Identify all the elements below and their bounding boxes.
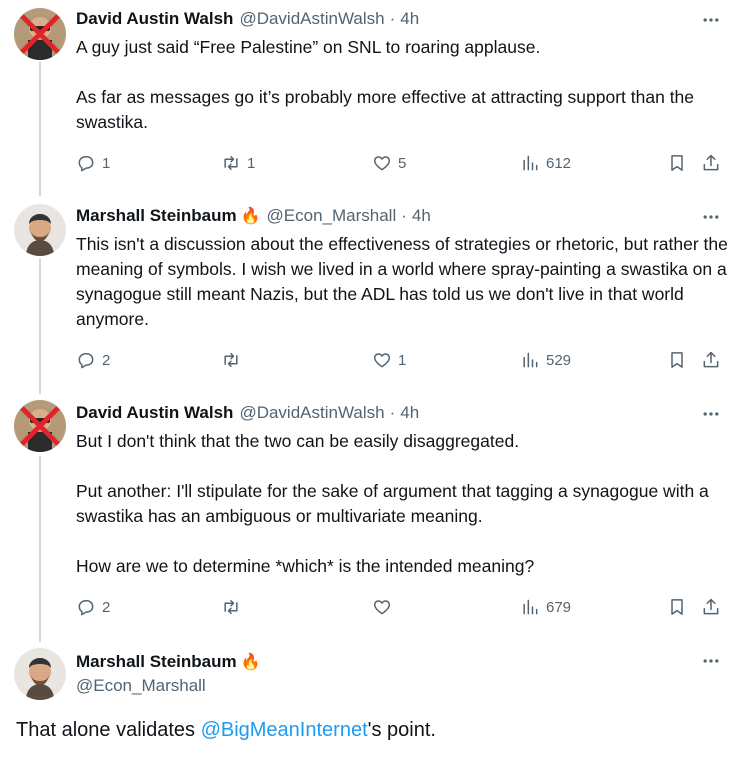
repost-icon xyxy=(224,353,238,367)
more-icon xyxy=(703,412,719,416)
repost-button[interactable] xyxy=(221,595,247,619)
heart-icon xyxy=(373,156,391,171)
avatar[interactable] xyxy=(14,204,66,256)
more-icon xyxy=(703,215,719,219)
more-button[interactable] xyxy=(700,206,722,228)
tweet-paragraph: Put another: I'll stipulate for the sake… xyxy=(76,481,709,526)
author-name[interactable]: David Austin Walsh xyxy=(76,403,233,423)
views-icon xyxy=(523,352,538,368)
action-bar: 2 679 xyxy=(76,595,726,619)
tweet-text-segment: 's point. xyxy=(367,719,436,741)
tweet-header: David Austin Walsh @DavidAstinWalsh · 4h xyxy=(76,7,419,31)
tweet-paragraph: A guy just said “Free Palestine” on SNL … xyxy=(76,37,541,57)
tweet-paragraph: As far as messages go it’s probably more… xyxy=(76,87,695,132)
main-author: Marshall Steinbaum 🔥 xyxy=(76,650,261,674)
share-button[interactable] xyxy=(701,348,721,372)
repost-count: 1 xyxy=(247,154,256,172)
thread-line xyxy=(39,456,41,642)
author-handle[interactable]: @DavidAstinWalsh xyxy=(239,9,384,29)
main-tweet-text: That alone validates @BigMeanInternet's … xyxy=(16,716,436,744)
fire-emoji: 🔥 xyxy=(240,208,261,225)
author-name[interactable]: Marshall Steinbaum xyxy=(76,206,237,226)
like-button[interactable]: 1 xyxy=(372,348,406,372)
timestamp[interactable]: 4h xyxy=(400,403,419,423)
mention-link[interactable]: @BigMeanInternet xyxy=(201,719,368,741)
like-button[interactable]: 5 xyxy=(372,151,406,175)
heart-icon xyxy=(373,600,391,615)
reply-count: 1 xyxy=(102,154,111,172)
tweet-text: This isn't a discussion about the effect… xyxy=(76,232,736,332)
like-count: 1 xyxy=(398,351,407,369)
reply-icon xyxy=(78,353,94,369)
fire-emoji: 🔥 xyxy=(240,654,261,671)
avatar[interactable] xyxy=(14,8,66,60)
share-button[interactable] xyxy=(701,595,721,619)
bookmark-icon xyxy=(671,155,683,171)
bookmark-icon xyxy=(671,352,683,368)
separator-dot: · xyxy=(389,9,396,28)
author-handle[interactable]: @Econ_Marshall xyxy=(267,206,397,226)
more-button[interactable] xyxy=(700,9,722,31)
avatar[interactable] xyxy=(14,648,66,700)
views-button[interactable]: 529 xyxy=(520,348,571,372)
view-count: 529 xyxy=(546,351,572,369)
reply-button[interactable]: 1 xyxy=(76,151,110,175)
tweet-paragraph: How are we to determine *which* is the i… xyxy=(76,556,535,576)
tweet-header: Marshall Steinbaum 🔥 @Econ_Marshall · 4h xyxy=(76,204,431,228)
more-button[interactable] xyxy=(700,650,722,672)
views-button[interactable]: 679 xyxy=(520,595,571,619)
share-icon xyxy=(703,154,719,171)
share-icon xyxy=(703,351,719,368)
share-button[interactable] xyxy=(701,151,721,175)
reply-count: 2 xyxy=(102,598,111,616)
views-icon xyxy=(523,599,538,615)
author-handle[interactable]: @Econ_Marshall xyxy=(76,674,206,698)
timestamp[interactable]: 4h xyxy=(400,9,419,29)
action-bar: 2 1 529 xyxy=(76,348,726,372)
tweet-text-segment: That alone validates xyxy=(16,719,201,741)
thread-line xyxy=(39,62,41,196)
share-icon xyxy=(703,598,719,615)
action-bar: 1 1 5 612 xyxy=(76,151,726,175)
view-count: 679 xyxy=(546,598,572,616)
thread-line xyxy=(39,258,41,394)
reply-icon xyxy=(78,156,94,172)
view-count: 612 xyxy=(546,154,572,172)
reply-button[interactable]: 2 xyxy=(76,348,110,372)
bookmark-button[interactable] xyxy=(667,151,687,175)
bookmark-icon xyxy=(671,599,683,615)
separator-dot: · xyxy=(389,403,396,422)
repost-button[interactable]: 1 xyxy=(221,151,255,175)
tweet-paragraph: This isn't a discussion about the effect… xyxy=(76,234,728,329)
tweet-text: But I don't think that the two can be ea… xyxy=(76,429,736,579)
like-button[interactable] xyxy=(372,595,398,619)
repost-icon xyxy=(224,156,238,170)
author-handle[interactable]: @DavidAstinWalsh xyxy=(239,403,384,423)
tweet-text: A guy just said “Free Palestine” on SNL … xyxy=(76,35,736,135)
tweet-paragraph: But I don't think that the two can be ea… xyxy=(76,431,520,451)
repost-button[interactable] xyxy=(221,348,247,372)
heart-icon xyxy=(373,353,391,368)
repost-icon xyxy=(224,600,238,614)
more-icon xyxy=(703,659,719,663)
views-button[interactable]: 612 xyxy=(520,151,571,175)
more-icon xyxy=(703,18,719,22)
timestamp[interactable]: 4h xyxy=(412,206,431,226)
reply-icon xyxy=(78,600,94,616)
author-name[interactable]: David Austin Walsh xyxy=(76,9,233,29)
reply-button[interactable]: 2 xyxy=(76,595,110,619)
avatar[interactable] xyxy=(14,400,66,452)
separator-dot: · xyxy=(401,206,407,225)
tweet-header: David Austin Walsh @DavidAstinWalsh · 4h xyxy=(76,401,419,425)
bookmark-button[interactable] xyxy=(667,595,687,619)
reply-count: 2 xyxy=(102,351,111,369)
like-count: 5 xyxy=(398,154,407,172)
views-icon xyxy=(523,155,538,171)
more-button[interactable] xyxy=(700,403,722,425)
bookmark-button[interactable] xyxy=(667,348,687,372)
author-name[interactable]: Marshall Steinbaum xyxy=(76,652,237,672)
